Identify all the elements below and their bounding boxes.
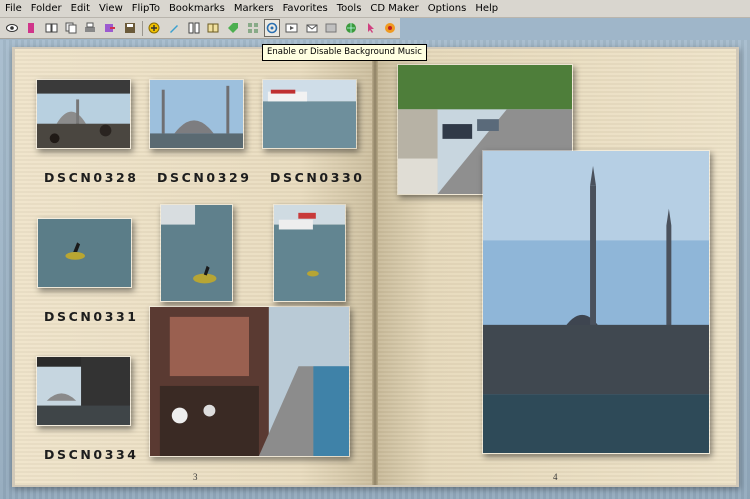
photo-dscn0330[interactable]	[262, 79, 357, 149]
columns-icon[interactable]	[186, 19, 202, 37]
toolbar-separator	[141, 20, 143, 36]
menu-folder[interactable]: Folder	[26, 3, 66, 14]
photo-icon[interactable]	[323, 19, 339, 37]
page-number-right: 4	[553, 472, 558, 482]
menu-file[interactable]: File	[0, 3, 26, 14]
menu-bar: File Folder Edit View FlipTo Bookmarks M…	[0, 0, 750, 18]
copy-icon[interactable]	[63, 19, 79, 37]
menu-cd-maker[interactable]: CD Maker	[365, 3, 422, 14]
menu-edit[interactable]: Edit	[66, 3, 94, 14]
menu-flipto[interactable]: FlipTo	[127, 3, 164, 14]
photo-cafe-waterfront[interactable]	[149, 306, 350, 457]
print-icon[interactable]	[83, 19, 99, 37]
caption-dscn0328: DSCN0328	[44, 170, 139, 185]
menu-favorites[interactable]: Favorites	[278, 3, 332, 14]
photo-dscn0331[interactable]	[37, 218, 132, 288]
open-book-icon[interactable]	[43, 19, 59, 37]
photo-boat-bird[interactable]	[160, 204, 233, 302]
menu-bookmarks[interactable]: Bookmarks	[164, 3, 229, 14]
slideshow-icon[interactable]	[284, 19, 300, 37]
menu-view[interactable]: View	[94, 3, 127, 14]
menu-markers[interactable]: Markers	[229, 3, 278, 14]
tag-icon[interactable]	[225, 19, 241, 37]
menu-tools[interactable]: Tools	[332, 3, 366, 14]
photo-dscn0328[interactable]	[36, 79, 131, 149]
music-toggle-icon[interactable]	[264, 19, 281, 37]
record-icon[interactable]	[382, 19, 398, 37]
add-marker-icon[interactable]	[146, 19, 162, 37]
music-tooltip: Enable or Disable Background Music	[262, 44, 427, 61]
menu-help[interactable]: Help	[470, 3, 502, 14]
eye-icon[interactable]	[4, 19, 20, 37]
two-page-icon[interactable]	[205, 19, 221, 37]
email-icon[interactable]	[304, 19, 320, 37]
marker-pen-icon[interactable]	[166, 19, 182, 37]
photo-ferry-water[interactable]	[273, 204, 346, 302]
caption-dscn0329: DSCN0329	[157, 170, 252, 185]
bookmark-icon[interactable]	[24, 19, 40, 37]
menu-options[interactable]: Options	[423, 3, 471, 14]
page-number-left: 3	[193, 472, 198, 482]
web-icon[interactable]	[343, 19, 359, 37]
caption-dscn0330: DSCN0330	[270, 170, 365, 185]
photo-dscn0334[interactable]	[36, 356, 131, 426]
caption-dscn0331: DSCN0331	[44, 309, 139, 324]
save-icon[interactable]	[122, 19, 138, 37]
photo-mosque-large[interactable]	[482, 150, 710, 454]
caption-dscn0334: DSCN0334	[44, 447, 139, 462]
pointer-icon[interactable]	[363, 19, 379, 37]
toolbar	[0, 18, 400, 39]
photo-dscn0329[interactable]	[149, 79, 244, 149]
thumbnail-view-icon[interactable]	[245, 19, 261, 37]
export-icon[interactable]	[102, 19, 118, 37]
